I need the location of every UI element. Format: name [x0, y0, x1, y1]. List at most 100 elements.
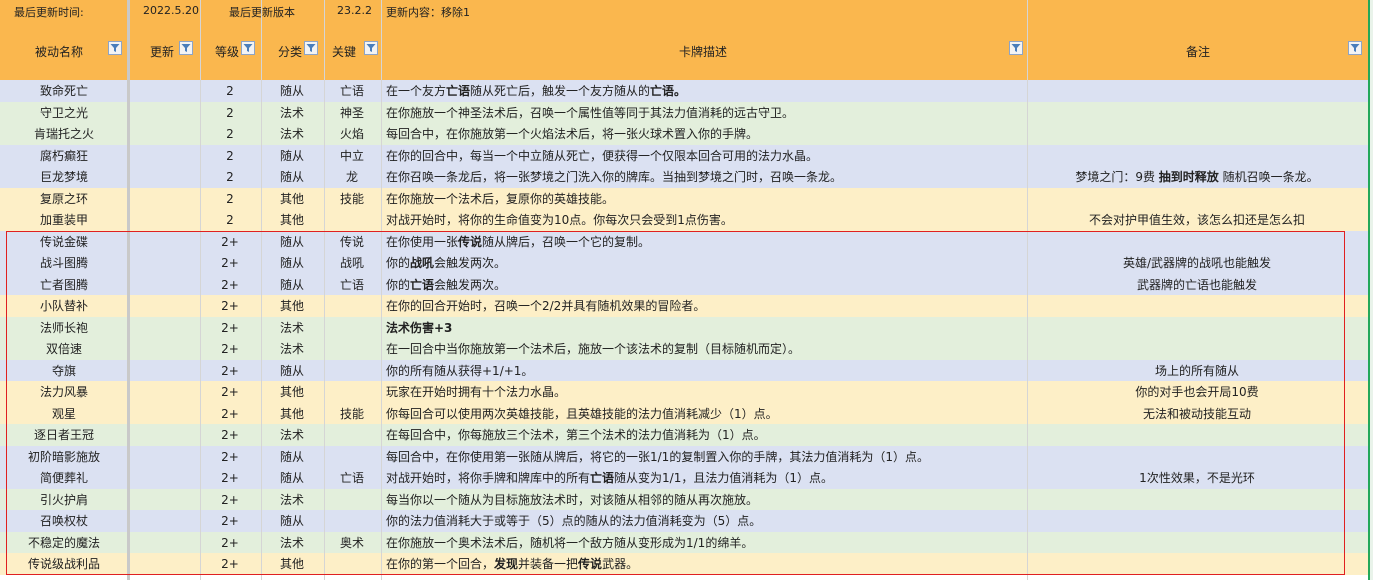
cell-keyword[interactable]: 中立	[340, 148, 364, 164]
cell-description[interactable]: 在一回合中当你施放第一个法术后，施放一个该法术的复制（目标随机而定）。	[386, 341, 800, 357]
cell-name[interactable]: 法师长袍	[40, 320, 88, 336]
cell-level[interactable]: 2+	[221, 449, 239, 465]
cell-level[interactable]: 2	[226, 169, 234, 185]
last-update-date[interactable]: 2022.5.20	[143, 4, 199, 17]
cell-note[interactable]: 无法和被动技能互动	[1143, 406, 1251, 422]
cell-name[interactable]: 肯瑞托之火	[34, 126, 94, 142]
table-row[interactable]: 致命死亡 2 随从 亡语 在一个友方亡语随从死亡后，触发一个友方随从的亡语。	[0, 80, 1368, 102]
cell-name[interactable]: 法力风暴	[40, 384, 88, 400]
filter-icon[interactable]	[1009, 41, 1023, 55]
cell-note[interactable]: 梦境之门：9费 抽到时释放 随机召唤一条龙。	[1075, 169, 1318, 185]
cell-name[interactable]: 传说级战利品	[28, 556, 100, 572]
cell-name[interactable]: 简便葬礼	[40, 470, 88, 486]
cell-category[interactable]: 其他	[280, 191, 304, 207]
table-row[interactable]: 观星 2+ 其他 技能 你每回合可以使用两次英雄技能，且英雄技能的法力值消耗减少（1）点…	[0, 402, 1368, 425]
cell-keyword[interactable]: 战吼	[340, 255, 364, 271]
cell-keyword[interactable]: 技能	[340, 406, 364, 422]
cell-category[interactable]: 随从	[280, 234, 304, 250]
table-row[interactable]: 初阶暗影施放 2+ 随从 每回合中，在你使用第一张随从牌后，将它的一张1/1的复制置入…	[0, 445, 1368, 468]
table-row[interactable]: 传说金碟 2+ 随从 传说 在你使用一张传说随从牌后，召唤一个它的复制。	[0, 230, 1368, 253]
cell-level[interactable]: 2+	[221, 556, 239, 572]
header-notes[interactable]: 备注	[1028, 22, 1368, 80]
table-row[interactable]: 传说级战利品 2+ 其他 在你的第一个回合，发现并装备一把传说武器。	[0, 553, 1368, 575]
cell-category[interactable]: 随从	[280, 277, 304, 293]
cell-level[interactable]: 2+	[221, 513, 239, 529]
cell-keyword[interactable]: 亡语	[340, 470, 364, 486]
cell-name[interactable]: 逐日者王冠	[34, 427, 94, 443]
filter-icon[interactable]	[304, 41, 318, 55]
cell-category[interactable]: 其他	[280, 212, 304, 228]
table-row[interactable]: 腐朽癫狂 2 随从 中立 在你的回合中，每当一个中立随从死亡，便获得一个仅限本回合可用的…	[0, 144, 1368, 167]
cell-keyword[interactable]: 亡语	[340, 83, 364, 99]
cell-category[interactable]: 法术	[280, 492, 304, 508]
cell-name[interactable]: 加重装甲	[40, 212, 88, 228]
cell-name[interactable]: 双倍速	[46, 341, 82, 357]
cell-description[interactable]: 在你施放一个法术后，复原你的英雄技能。	[386, 191, 614, 207]
cell-name[interactable]: 召唤权杖	[40, 513, 88, 529]
cell-name[interactable]: 亡者图腾	[40, 277, 88, 293]
cell-category[interactable]: 其他	[280, 406, 304, 422]
cell-description[interactable]: 你的亡语会触发两次。	[386, 277, 506, 293]
cell-note[interactable]: 1次性效果，不是光环	[1139, 470, 1255, 486]
table-row[interactable]: 逐日者王冠 2+ 法术 在每回合中，你每施放三个法术，第三个法术的法力值消耗为（1）点…	[0, 424, 1368, 446]
cell-level[interactable]: 2+	[221, 384, 239, 400]
cell-description[interactable]: 在你的回合中，每当一个中立随从死亡，便获得一个仅限本回合可用的法力水晶。	[386, 148, 818, 164]
cell-name[interactable]: 夺旗	[52, 363, 76, 379]
cell-keyword[interactable]: 火焰	[340, 126, 364, 142]
cell-level[interactable]: 2+	[221, 535, 239, 551]
cell-name[interactable]: 战斗图腾	[40, 255, 88, 271]
cell-name[interactable]: 巨龙梦境	[40, 169, 88, 185]
filter-icon[interactable]	[364, 41, 378, 55]
cell-level[interactable]: 2	[226, 148, 234, 164]
cell-name[interactable]: 致命死亡	[40, 83, 88, 99]
cell-category[interactable]: 随从	[280, 169, 304, 185]
cell-level[interactable]: 2+	[221, 341, 239, 357]
header-name[interactable]: 被动名称	[0, 22, 127, 80]
cell-description[interactable]: 在你召唤一条龙后，将一张梦境之门洗入你的牌库。当抽到梦境之门时，召唤一条龙。	[386, 169, 842, 185]
cell-category[interactable]: 法术	[280, 320, 304, 336]
table-row[interactable]: 召唤权杖 2+ 随从 你的法力值消耗大于或等于（5）点的随从的法力值消耗变为（5）点。	[0, 510, 1368, 532]
cell-category[interactable]: 其他	[280, 384, 304, 400]
cell-description[interactable]: 在你施放一个神圣法术后，召唤一个属性值等同于其法力值消耗的远古守卫。	[386, 105, 794, 121]
cell-category[interactable]: 法术	[280, 105, 304, 121]
cell-category[interactable]: 随从	[280, 449, 304, 465]
cell-name[interactable]: 腐朽癫狂	[40, 148, 88, 164]
cell-level[interactable]: 2+	[221, 427, 239, 443]
table-row[interactable]: 复原之环 2 其他 技能 在你施放一个法术后，复原你的英雄技能。	[0, 187, 1368, 210]
table-row[interactable]: 小队替补 2+ 其他 在你的回合开始时，召唤一个2/2并具有随机效果的冒险者。	[0, 295, 1368, 317]
table-row[interactable]: 战斗图腾 2+ 随从 战吼 你的战吼会触发两次。 英雄/武器牌的战吼也能触发	[0, 252, 1368, 274]
table-row[interactable]: 引火护肩 2+ 法术 每当你以一个随从为目标施放法术时，对该随从相邻的随从再次施放。	[0, 488, 1368, 511]
table-row[interactable]: 不稳定的魔法 2+ 法术 奥术 在你施放一个奥术法术后，随机将一个敌方随从变形成为1/1…	[0, 531, 1368, 554]
cell-category[interactable]: 随从	[280, 148, 304, 164]
cell-level[interactable]: 2	[226, 83, 234, 99]
update-content[interactable]: 更新内容：移除1	[386, 4, 470, 20]
cell-level[interactable]: 2+	[221, 406, 239, 422]
table-row[interactable]: 夺旗 2+ 随从 你的所有随从获得+1/+1。 场上的所有随从	[0, 359, 1368, 382]
filter-icon[interactable]	[241, 41, 255, 55]
cell-note[interactable]: 场上的所有随从	[1155, 363, 1239, 379]
cell-category[interactable]: 随从	[280, 255, 304, 271]
table-row[interactable]: 肯瑞托之火 2 法术 火焰 每回合中，在你施放第一个火焰法术后，将一张火球术置入你的手牌…	[0, 123, 1368, 145]
table-row[interactable]: 简便葬礼 2+ 随从 亡语 对战开始时，将你手牌和牌库中的所有亡语随从变为1/1，且法力…	[0, 467, 1368, 489]
cell-category[interactable]: 随从	[280, 513, 304, 529]
filter-icon[interactable]	[1348, 41, 1362, 55]
cell-name[interactable]: 初阶暗影施放	[28, 449, 100, 465]
cell-level[interactable]: 2	[226, 212, 234, 228]
cell-note[interactable]: 武器牌的亡语也能触发	[1137, 277, 1257, 293]
cell-description[interactable]: 你每回合可以使用两次英雄技能，且英雄技能的法力值消耗减少（1）点。	[386, 406, 778, 422]
table-row[interactable]: 巨龙梦境 2 随从 龙 在你召唤一条龙后，将一张梦境之门洗入你的牌库。当抽到梦境之门时，…	[0, 166, 1368, 188]
cell-description[interactable]: 对战开始时，将你手牌和牌库中的所有亡语随从变为1/1，且法力值消耗为（1）点。	[386, 470, 833, 486]
cell-keyword[interactable]: 亡语	[340, 277, 364, 293]
cell-keyword[interactable]: 神圣	[340, 105, 364, 121]
header-keyword[interactable]: 关键	[325, 22, 381, 80]
cell-description[interactable]: 在你的回合开始时，召唤一个2/2并具有随机效果的冒险者。	[386, 298, 705, 314]
cell-note[interactable]: 你的对手也会开局10费	[1135, 384, 1258, 400]
filter-icon[interactable]	[108, 41, 122, 55]
cell-category[interactable]: 法术	[280, 126, 304, 142]
cell-level[interactable]: 2+	[221, 255, 239, 271]
table-row[interactable]: 亡者图腾 2+ 随从 亡语 你的亡语会触发两次。 武器牌的亡语也能触发	[0, 273, 1368, 296]
cell-name[interactable]: 守卫之光	[40, 105, 88, 121]
cell-category[interactable]: 其他	[280, 298, 304, 314]
cell-level[interactable]: 2+	[221, 470, 239, 486]
cell-description[interactable]: 在一个友方亡语随从死亡后，触发一个友方随从的亡语。	[386, 83, 686, 99]
